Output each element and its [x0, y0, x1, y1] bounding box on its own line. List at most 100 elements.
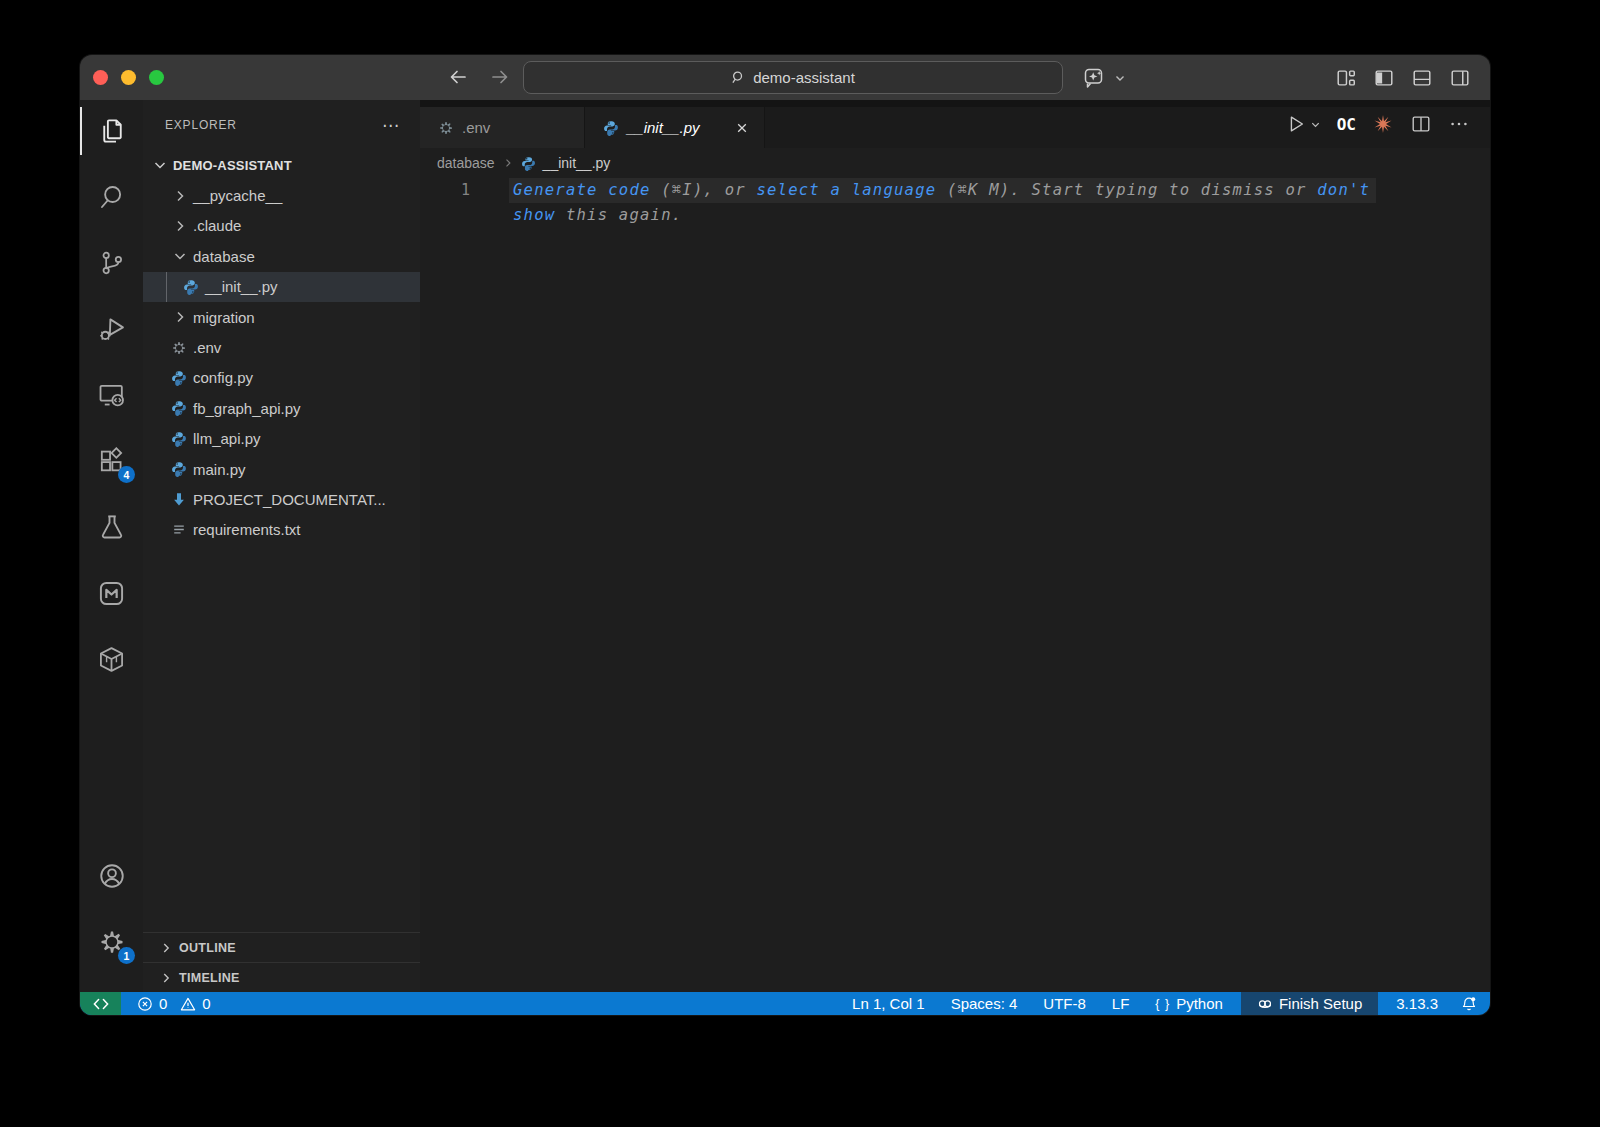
tab-env[interactable]: .env: [420, 107, 585, 148]
vscode-window: demo-assistant: [80, 55, 1490, 1015]
activity-run-debug[interactable]: [80, 305, 143, 353]
activity-remote-explorer[interactable]: [80, 371, 143, 419]
error-count: 0: [159, 995, 167, 1012]
breadcrumb-file[interactable]: __init__.py: [543, 155, 611, 171]
minimize-window-button[interactable]: [121, 70, 136, 85]
tree-item-env[interactable]: .env: [143, 332, 420, 362]
remote-indicator[interactable]: [80, 992, 121, 1015]
remote-explorer-icon: [96, 380, 127, 411]
eol-sequence[interactable]: LF: [1099, 992, 1143, 1015]
activity-explorer[interactable]: [80, 107, 143, 155]
dont-show-link[interactable]: don't: [1317, 181, 1370, 199]
search-icon: [731, 70, 746, 85]
gear-icon: [171, 340, 187, 356]
warning-icon: [180, 996, 196, 1012]
files-icon: [97, 116, 127, 146]
notifications-bell[interactable]: [1451, 992, 1490, 1015]
breadcrumb-folder[interactable]: database: [437, 155, 495, 171]
status-bar: 0 0 Ln 1, Col 1 Spaces: 4 UTF-8 LF { }Py…: [80, 992, 1490, 1015]
tab-init-py[interactable]: __init__.py: [585, 107, 765, 148]
toggle-primary-sidebar-icon[interactable]: [1373, 67, 1395, 89]
python-icon: [603, 120, 619, 136]
m-logo-icon: [96, 578, 127, 609]
activity-containers[interactable]: [80, 635, 143, 683]
search-value: demo-assistant: [753, 69, 855, 86]
tree-item-pycache[interactable]: __pycache__: [143, 180, 420, 210]
more-actions-icon[interactable]: [1448, 113, 1470, 135]
tree-item-database[interactable]: database: [143, 241, 420, 271]
placeholder-line-2: show this again.: [513, 203, 682, 228]
toggle-secondary-sidebar-icon[interactable]: [1449, 67, 1471, 89]
container-icon: [96, 644, 127, 675]
copilot-chat-icon[interactable]: [1082, 65, 1108, 91]
tree-root[interactable]: DEMO-ASSISTANT: [143, 150, 420, 180]
finish-setup-button[interactable]: Finish Setup: [1241, 992, 1378, 1015]
python-icon: [171, 461, 187, 477]
activity-search[interactable]: [80, 173, 143, 221]
chevron-down-icon: [172, 248, 188, 264]
forward-arrow-icon[interactable]: [488, 65, 512, 89]
tree-item-init-py[interactable]: __init__.py: [143, 272, 420, 302]
encoding[interactable]: UTF-8: [1030, 992, 1099, 1015]
close-icon[interactable]: [734, 120, 750, 136]
activity-testing[interactable]: [80, 503, 143, 551]
python-icon: [171, 431, 187, 447]
run-options-chevron-icon[interactable]: [1310, 119, 1321, 130]
python-version[interactable]: 3.13.3: [1383, 992, 1451, 1015]
claude-starburst-icon[interactable]: [1372, 113, 1394, 135]
tree-item-migration[interactable]: migration: [143, 302, 420, 332]
activity-source-control[interactable]: [80, 239, 143, 287]
code-editor[interactable]: 1 Generate code (⌘I), or select a langua…: [420, 178, 1490, 992]
close-window-button[interactable]: [93, 70, 108, 85]
outline-section[interactable]: OUTLINE: [143, 932, 420, 962]
titlebar: demo-assistant: [80, 55, 1490, 100]
activity-m-extension[interactable]: [80, 569, 143, 617]
chevron-down-icon[interactable]: [1114, 72, 1126, 84]
tree-item-config-py[interactable]: config.py: [143, 363, 420, 393]
tree-item-fb-graph-api[interactable]: fb_graph_api.py: [143, 393, 420, 423]
tree-item-claude[interactable]: .claude: [143, 211, 420, 241]
explorer-more-actions[interactable]: ⋯: [382, 115, 400, 136]
activity-settings[interactable]: 1: [80, 918, 143, 966]
activity-account[interactable]: [80, 852, 143, 900]
explorer-title: EXPLORER: [165, 118, 237, 132]
remote-icon: [93, 996, 109, 1012]
select-language-link[interactable]: select a language: [756, 181, 936, 199]
indentation[interactable]: Spaces: 4: [938, 992, 1031, 1015]
python-icon: [183, 279, 199, 295]
generate-code-link[interactable]: Generate code: [513, 181, 651, 199]
markdown-icon: [171, 491, 187, 507]
chevron-right-icon: [172, 188, 188, 204]
python-icon: [171, 400, 187, 416]
chevron-right-icon: [159, 941, 173, 955]
bell-icon: [1461, 996, 1477, 1012]
language-mode[interactable]: { }Python: [1142, 992, 1236, 1015]
tree-item-main-py[interactable]: main.py: [143, 454, 420, 484]
problems-indicator[interactable]: 0 0: [137, 995, 218, 1012]
source-control-icon: [98, 249, 126, 277]
gear-icon: [438, 120, 454, 136]
error-icon: [137, 996, 153, 1012]
run-python-file-icon[interactable]: [1285, 113, 1307, 135]
zoom-window-button[interactable]: [149, 70, 164, 85]
toggle-panel-icon[interactable]: [1411, 67, 1433, 89]
chevron-right-icon: [502, 157, 514, 169]
oc-extension-icon[interactable]: OC: [1337, 115, 1356, 134]
chevron-right-icon: [159, 971, 173, 985]
warning-count: 0: [202, 995, 210, 1012]
run-debug-icon: [96, 313, 128, 345]
cursor-position[interactable]: Ln 1, Col 1: [839, 992, 938, 1015]
dont-show-link-2[interactable]: show: [513, 206, 555, 224]
command-center-search[interactable]: demo-assistant: [523, 61, 1063, 94]
back-arrow-icon[interactable]: [446, 65, 470, 89]
activity-extensions[interactable]: 4: [80, 437, 143, 485]
tree-item-requirements[interactable]: requirements.txt: [143, 515, 420, 545]
tree-item-llm-api[interactable]: llm_api.py: [143, 424, 420, 454]
tree-item-project-documentation[interactable]: PROJECT_DOCUMENTAT...: [143, 484, 420, 514]
chevron-right-icon: [172, 309, 188, 325]
chevron-down-icon: [152, 157, 168, 173]
split-editor-icon[interactable]: [1410, 113, 1432, 135]
editor-group: .env __init__.py OC: [420, 100, 1490, 992]
timeline-section[interactable]: TIMELINE: [143, 962, 420, 992]
customize-layout-icon[interactable]: [1335, 67, 1357, 89]
